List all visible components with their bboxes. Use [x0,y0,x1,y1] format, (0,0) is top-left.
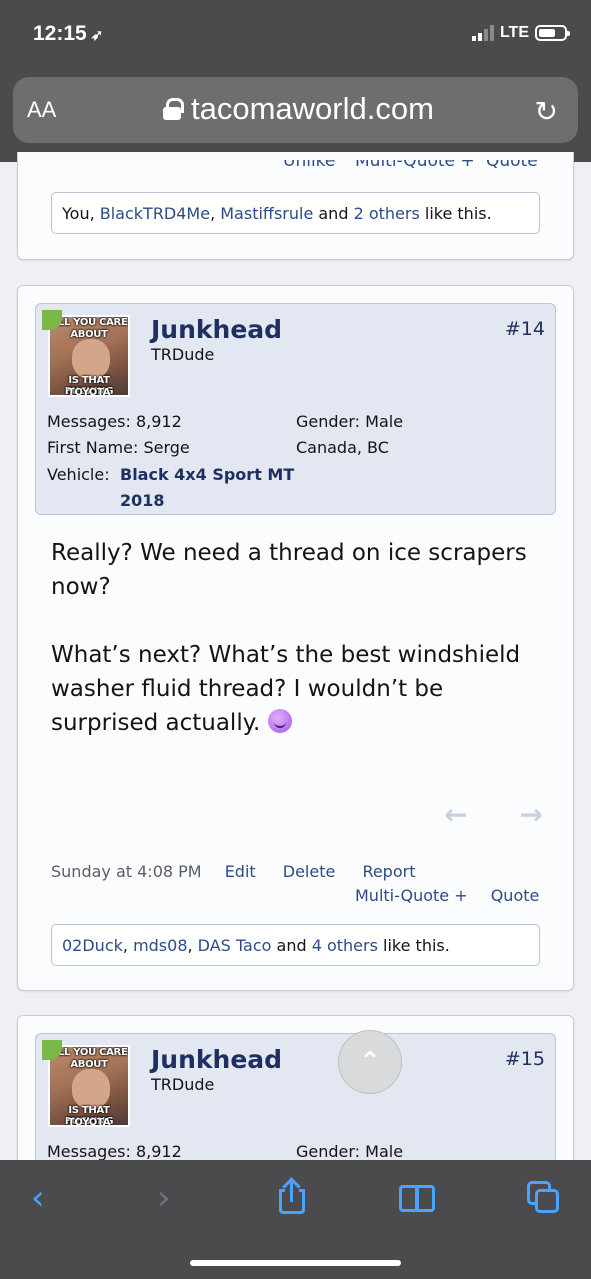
quote-link[interactable]: Quote [491,886,540,905]
like-user-link[interactable]: 02Duck [62,936,123,955]
stat-label: Gender: [296,412,361,431]
back-icon[interactable]: ‹ [31,1178,45,1218]
unlike-link[interactable]: Unlike [283,160,335,171]
likes-summary: 02Duck, mds08, DAS Taco and 4 others lik… [51,924,540,966]
post-previous: Unlike Multi-Quote + Quote You, BlackTRD… [17,152,574,260]
url-field[interactable]: tacomaworld.com [163,91,434,127]
lock-icon [163,98,184,120]
arrow-left-icon[interactable]: ← [444,798,467,831]
avatar-face [72,1069,110,1109]
delete-link[interactable]: Delete [283,862,336,881]
user-title: TRDude [151,345,215,364]
avatar-face [72,339,110,379]
stat-value: Serge [143,438,190,457]
like-suffix: like this. [424,204,492,223]
post-nav: ← → [444,798,543,831]
stat-value: Male [365,1142,404,1161]
stat-value: 8,912 [135,412,182,431]
stat-label: Gender: [296,1142,361,1161]
tabs-icon[interactable] [527,1181,561,1215]
avatar-caption: TOYOTA [67,1117,111,1127]
post-number[interactable]: #14 [505,318,545,340]
like-user: You [62,204,90,223]
text-size-button[interactable]: AA [27,97,56,123]
home-indicator [190,1260,401,1266]
url-text: tacomaworld.com [191,91,434,126]
network-label: LTE [499,24,529,41]
multi-quote-link[interactable]: Multi-Quote + [355,886,468,905]
stat-location: Canada, BC [296,438,389,457]
vehicle-link[interactable]: Black 4x4 Sport MT 2018 [120,462,300,514]
stat-label: Messages: [47,412,131,431]
signal-icon [471,25,494,41]
like-user-link[interactable]: DAS Taco [198,936,272,955]
browser-chrome: 12:15 ➶ LTE AA tacomaworld.com ↻ [0,0,591,162]
post-meta: Sunday at 4:08 PM Edit Delete Report [51,862,415,881]
like-others-link[interactable]: 2 others [354,204,420,223]
avatar-caption: ABOUT [70,1059,108,1070]
stat-value: Male [365,412,404,431]
like-suffix: like this. [383,936,450,955]
avatar[interactable]: ALL YOU CARE ABOUT IS THAT FUCKING TOYOT… [48,315,130,397]
battery-icon [535,25,570,41]
chevron-up-icon: ⌃ [359,1047,381,1077]
avatar[interactable]: ALL YOU CARE ABOUT IS THAT FUCKING TOYOT… [48,1045,130,1127]
post-14: ALL YOU CARE ABOUT IS THAT FUCKING TOYOT… [17,285,574,991]
stat-label: Messages: [47,1142,131,1161]
status-indicators: LTE [471,24,570,42]
scroll-to-top-button[interactable]: ⌃ [338,1030,402,1094]
multi-quote-link[interactable]: Multi-Quote + [355,160,475,171]
avatar-caption: TOYOTA [67,387,111,397]
like-others-link[interactable]: 4 others [312,936,378,955]
share-icon[interactable] [279,1177,305,1214]
like-user-link[interactable]: mds08 [133,936,187,955]
forward-icon[interactable]: › [157,1178,171,1218]
user-info-panel: ALL YOU CARE ABOUT IS THAT FUCKING TOYOT… [35,303,556,515]
edit-link[interactable]: Edit [225,862,256,881]
like-user-link[interactable]: BlackTRD4Me [100,204,210,223]
quote-link[interactable]: Quote [486,160,538,171]
location-arrow-icon: ➶ [90,27,104,44]
smile-emoji-icon [267,709,292,733]
address-bar[interactable]: AA tacomaworld.com ↻ [13,77,578,143]
bookmarks-icon[interactable] [399,1185,437,1212]
user-stats: Messages: 8,912 Gender: Male First Name:… [47,412,547,512]
post-number[interactable]: #15 [505,1048,545,1070]
stat-label: First Name: [47,438,139,457]
post-actions: Multi-Quote + Quote [355,886,539,905]
message-paragraph: Really? We need a thread on ice scrapers… [51,540,527,600]
username[interactable]: Junkhead [151,1045,282,1074]
arrow-right-icon[interactable]: → [520,798,543,831]
post-message: Really? We need a thread on ice scrapers… [51,536,531,740]
like-user-link[interactable]: Mastiffsrule [220,204,313,223]
status-time: 12:15 ➶ [33,22,104,45]
stat-label: Vehicle: [47,465,110,484]
report-link[interactable]: Report [362,862,415,881]
post-timestamp[interactable]: Sunday at 4:08 PM [51,862,202,881]
avatar-caption: ABOUT [70,329,108,340]
reload-icon[interactable]: ↻ [535,95,558,128]
user-title: TRDude [151,1075,215,1094]
username[interactable]: Junkhead [151,315,282,344]
stat-value: 8,912 [135,1142,182,1161]
likes-summary: You, BlackTRD4Me, Mastiffsrule and 2 oth… [51,192,540,234]
